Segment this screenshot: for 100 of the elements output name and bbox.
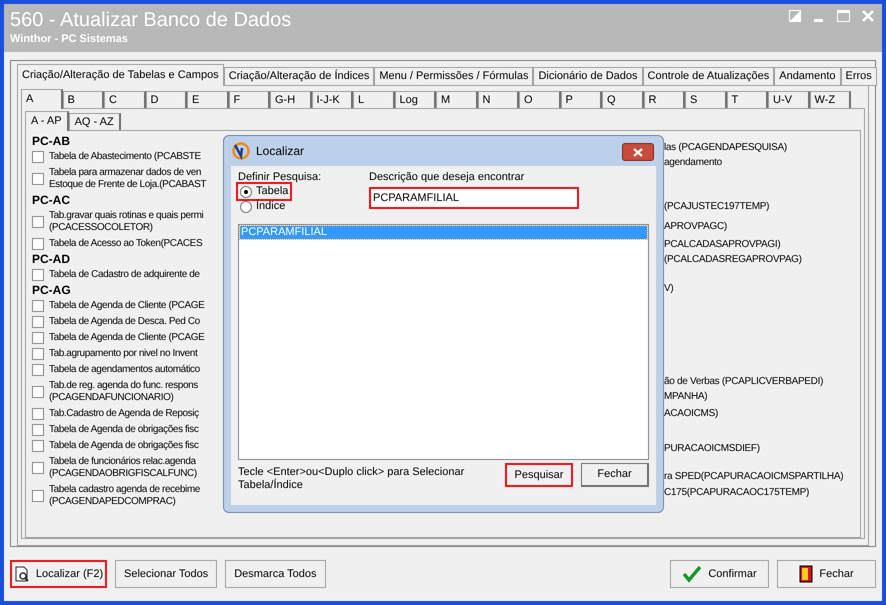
footer-button[interactable]: Desmarca Todos: [225, 560, 326, 588]
footer-button[interactable]: Localizar (F2): [10, 560, 107, 588]
footer-button[interactable]: Confirmar: [670, 560, 769, 588]
checkbox-label[interactable]: (PCAJUSTEC197TEMP): [664, 200, 770, 213]
checkbox-label[interactable]: Tabela de Cadastro de adquirente de: [49, 269, 200, 281]
checkbox-label[interactable]: Tabela cadastro agenda de recebime (PCAGENDAPEDCOMPRAC): [49, 484, 200, 508]
close-icon: [633, 148, 643, 156]
checkbox[interactable]: [32, 316, 44, 328]
letter-tab[interactable]: U-V: [768, 91, 810, 109]
checkbox[interactable]: [32, 151, 44, 163]
checkbox-label[interactable]: Tab.Cadastro de Agenda de Reposiç: [49, 408, 199, 420]
checkbox-label[interactable]: Tabela de Acesso ao Token(PCACES: [49, 238, 202, 250]
checkbox-label[interactable]: agendamento: [664, 156, 722, 169]
checkbox[interactable]: [32, 364, 44, 376]
dialog-title: Localizar: [256, 143, 304, 160]
dialog-button[interactable]: Fechar: [581, 463, 649, 487]
checkbox[interactable]: [32, 173, 44, 185]
checkbox-label[interactable]: las (PCAGENDAPESQUISA): [664, 141, 787, 154]
tab[interactable]: Erros: [840, 67, 877, 86]
tab[interactable]: Criação/Alteração de Índices: [224, 67, 374, 86]
tab[interactable]: Criação/Alteração de Tabelas e Campos: [17, 64, 224, 86]
checkbox-label[interactable]: Tabela de Agenda de obrigações fisc: [49, 440, 198, 452]
checkbox[interactable]: [32, 490, 44, 502]
checkbox-label[interactable]: Tabela de funcionários relac.agenda (PCAGENDAOBRIGFISCALFUNC): [49, 456, 197, 480]
checkbox-label[interactable]: Tabela de Agenda de Cliente (PCAGE: [49, 332, 204, 344]
checkbox-label[interactable]: ra SPED(PCAPURACAOICMSPARTILHA): [664, 470, 844, 483]
letter-tab[interactable]: Q: [602, 91, 644, 109]
checkbox-label[interactable]: Tabela de Agenda de obrigações fisc: [49, 424, 198, 436]
letter-tab[interactable]: O: [519, 91, 560, 109]
radio-button[interactable]: Índice: [238, 199, 288, 214]
checkbox[interactable]: [32, 269, 44, 281]
checkbox-label[interactable]: Tabela de Abastecimento (PCABSTE: [49, 151, 201, 163]
checkbox-label[interactable]: APROVPAGC): [664, 220, 727, 233]
checkbox-label[interactable]: ão de Verbas (PCAPLICVERBAPEDI): [664, 375, 824, 388]
maximize-icon[interactable]: [837, 10, 850, 22]
checkbox[interactable]: [32, 408, 44, 420]
checkbox[interactable]: [32, 300, 44, 312]
checkbox[interactable]: [32, 462, 44, 474]
checkbox-label[interactable]: Tabela de Agenda de Desca. Ped Co: [49, 316, 200, 328]
checkbox[interactable]: [32, 348, 44, 360]
checkbox-label[interactable]: V): [664, 282, 674, 295]
letter-tab[interactable]: B: [62, 91, 104, 109]
letter-tab[interactable]: F: [228, 91, 270, 109]
letter-tab[interactable]: N: [478, 91, 519, 109]
footer-button[interactable]: Selecionar Todos: [115, 560, 218, 588]
checkbox-label[interactable]: Tab.gravar quais rotinas e quais permi (PCACESSOCOLETOR): [49, 210, 204, 234]
group-heading: PC-AC: [32, 193, 70, 208]
checkbox[interactable]: [32, 238, 44, 250]
checkbox-label[interactable]: ACAOICMS): [664, 407, 718, 420]
letter-tab[interactable]: D: [146, 91, 187, 109]
close-button[interactable]: [622, 143, 654, 161]
sub-tab[interactable]: A - AP: [25, 111, 69, 131]
checkbox-label[interactable]: Tab.de reg. agenda do func. respons (PCAGENDAFUNCIONARIO): [49, 380, 198, 404]
search-field[interactable]: PCPARAMFILIAL: [369, 187, 579, 209]
field-label: Descrição que deseja encontrar: [369, 171, 526, 184]
checkbox-label[interactable]: Tab.agrupamento por nivel no Invent: [49, 348, 198, 360]
letter-tab[interactable]: A: [21, 89, 62, 109]
dialog-button[interactable]: Pesquisar: [505, 463, 573, 487]
tab[interactable]: Andamento: [774, 67, 840, 86]
letter-tab[interactable]: W-Z: [810, 91, 851, 109]
hint-text: Tecle <Enter>ou<Duplo click> para Selecionar Tabela/Índice: [238, 466, 466, 492]
checkbox[interactable]: [32, 440, 44, 452]
letter-tab[interactable]: S: [685, 91, 726, 109]
checkbox-label[interactable]: Tabela de agendamentos automático: [49, 364, 200, 376]
letter-tab[interactable]: I-J-K: [312, 91, 353, 109]
letter-tab[interactable]: L: [353, 91, 394, 109]
letter-tab[interactable]: E: [187, 91, 228, 109]
checkbox[interactable]: [32, 424, 44, 436]
letter-tab[interactable]: P: [560, 91, 602, 109]
checkbox[interactable]: [32, 332, 44, 344]
checkbox[interactable]: [32, 386, 44, 398]
restore-icon[interactable]: [789, 10, 801, 22]
checkbox-label[interactable]: MPANHA): [664, 390, 708, 403]
letter-tab[interactable]: C: [104, 91, 146, 109]
magnifier-page-icon: [14, 566, 30, 582]
checkmark-icon: [682, 565, 702, 583]
close-icon[interactable]: [862, 10, 874, 22]
checkbox-label[interactable]: C175(PCAPURACAOC175TEMP): [664, 486, 810, 499]
checkbox-label[interactable]: PURACAOICMSDIEF): [664, 442, 760, 455]
radio-button[interactable]: Tabela: [238, 184, 290, 199]
letter-tab[interactable]: M: [436, 91, 478, 109]
window-title: 560 - Atualizar Banco de Dados: [10, 8, 292, 33]
sub-tab[interactable]: AQ - AZ: [68, 113, 121, 131]
tab[interactable]: Dicionário de Dados: [533, 67, 643, 86]
letter-tab[interactable]: Log: [394, 91, 436, 109]
checkbox[interactable]: [32, 216, 44, 228]
tab[interactable]: Menu / Permissões / Fórmulas: [374, 67, 534, 86]
footer-button[interactable]: Fechar: [777, 560, 876, 588]
letter-tab[interactable]: T: [726, 91, 768, 109]
checkbox-label[interactable]: (PCALCADASREGAPROVPAG): [664, 253, 802, 266]
door-icon: [799, 565, 814, 583]
app-logo-icon: [232, 142, 250, 160]
group-heading: PC-AD: [32, 252, 70, 267]
checkbox-label[interactable]: Tabela para armazenar dados de ven Estoque de Frente de Loja.(PCABAST: [49, 167, 206, 191]
checkbox-label[interactable]: Tabela de Agenda de Cliente (PCAGE: [49, 300, 204, 312]
tab[interactable]: Controle de Atualizações: [642, 67, 774, 86]
letter-tab[interactable]: R: [644, 91, 685, 109]
checkbox-label[interactable]: PCALCADASAPROVPAGI): [664, 238, 780, 251]
letter-tab[interactable]: G-H: [270, 91, 312, 109]
group-heading: PC-AG: [32, 283, 71, 298]
